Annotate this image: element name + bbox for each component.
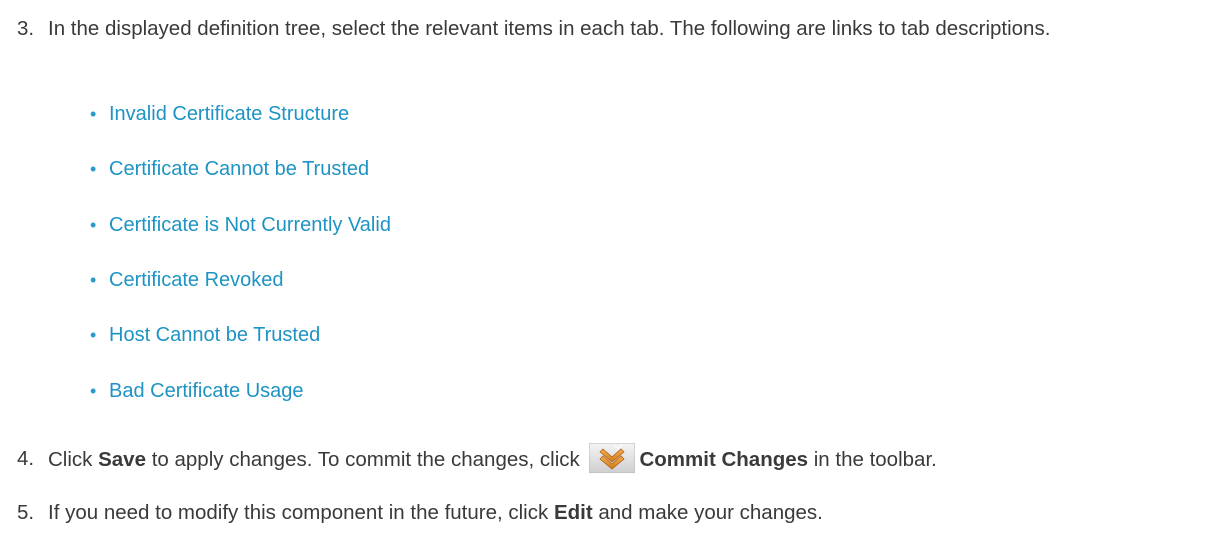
step-number: 4. <box>17 447 35 470</box>
list-item: • Certificate Cannot be Trusted <box>0 154 700 184</box>
link-host-cannot-be-trusted[interactable]: Host Cannot be Trusted <box>109 320 320 350</box>
list-item: • Certificate Revoked <box>0 265 700 295</box>
bullet: • <box>90 325 97 345</box>
link-certificate-cannot-be-trusted[interactable]: Certificate Cannot be Trusted <box>109 154 369 184</box>
link-bad-certificate-usage[interactable]: Bad Certificate Usage <box>109 376 304 406</box>
step-text: Click Save to apply changes. To commit t… <box>48 442 1208 476</box>
step-text: In the displayed definition tree, select… <box>48 17 1051 40</box>
list-item: • Bad Certificate Usage <box>0 376 700 406</box>
link-certificate-revoked[interactable]: Certificate Revoked <box>109 265 284 295</box>
link-certificate-not-currently-valid[interactable]: Certificate is Not Currently Valid <box>109 210 391 240</box>
step-text-part: Click <box>48 448 99 471</box>
step-text-part: If you need to modify this component in … <box>48 501 554 524</box>
bullet: • <box>90 381 97 401</box>
bullet: • <box>90 270 97 290</box>
commit-changes-icon <box>588 442 636 474</box>
link-invalid-certificate-structure[interactable]: Invalid Certificate Structure <box>109 99 349 129</box>
edit-label: Edit <box>553 501 593 524</box>
commit-changes-label: Commit Changes <box>639 448 809 471</box>
bullet: • <box>90 215 97 235</box>
step-text-part: and make your changes. <box>592 501 823 524</box>
step-text-part: to apply changes. To commit the changes,… <box>146 448 586 471</box>
step-number: 3. <box>17 17 35 40</box>
list-item: • Invalid Certificate Structure <box>0 99 700 129</box>
step-text: If you need to modify this component in … <box>48 497 1208 529</box>
step-number: 5. <box>17 501 35 524</box>
bullet: • <box>90 159 97 179</box>
list-item: • Certificate is Not Currently Valid <box>0 210 700 240</box>
bullet: • <box>90 104 97 124</box>
list-item: • Host Cannot be Trusted <box>0 320 700 350</box>
step-text-part: in the toolbar. <box>808 448 937 471</box>
save-label: Save <box>98 448 146 471</box>
